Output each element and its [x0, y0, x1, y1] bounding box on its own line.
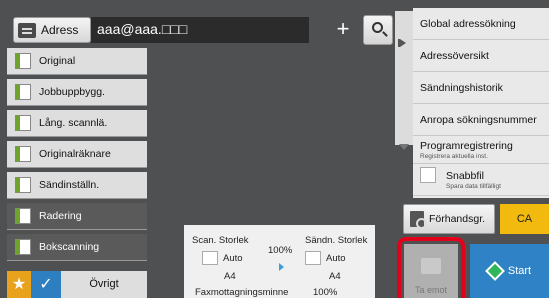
ratio-value: 100%	[268, 245, 293, 256]
scan-paper-icon	[202, 251, 218, 265]
long-scan-icon	[15, 115, 31, 131]
action-program-registration[interactable]: Programregistrering Registrera aktuella …	[413, 136, 549, 164]
menu-item-job-build[interactable]: Jobbuppbygg.	[7, 79, 147, 106]
preview-label: Förhandsgr.	[429, 213, 486, 225]
check-button[interactable]: ✓	[31, 271, 61, 298]
send-paper-size: A4	[329, 271, 341, 282]
erase-icon	[15, 208, 31, 224]
book-scan-icon	[15, 239, 31, 255]
scan-auto-value: Auto	[223, 253, 243, 264]
action-send-history[interactable]: Sändningshistorik	[413, 72, 549, 104]
address-bar: Adress aaa@aaa.□□□ +	[7, 11, 393, 45]
address-book-button[interactable]: Adress	[13, 17, 91, 43]
collapse-arrow-icon	[400, 39, 406, 47]
clear-all-button[interactable]: CA	[500, 204, 549, 234]
start-icon	[484, 261, 505, 281]
action-address-overview[interactable]: Adressöversikt	[413, 40, 549, 72]
receive-button[interactable]: Ta emot	[404, 244, 458, 298]
start-label: Start	[507, 265, 532, 277]
start-button[interactable]: Start	[470, 244, 549, 298]
send-auto-value: Auto	[326, 253, 346, 264]
menu-item-long-scan[interactable]: Lång. scannlä.	[7, 110, 147, 137]
favorites-button[interactable]: ★	[7, 271, 31, 298]
settings-summary[interactable]: Scan. Storlek Sändn. Storlek Auto 100% A…	[184, 225, 375, 298]
menu-item-send-settings[interactable]: Sändinställn.	[7, 172, 147, 199]
original-counter-icon	[15, 146, 31, 162]
menu-item-book-scan[interactable]: Bokscanning	[7, 234, 147, 261]
address-input[interactable]: aaa@aaa.□□□	[91, 17, 309, 43]
menu-item-original-counter[interactable]: Originalräknare	[7, 141, 147, 168]
scan-paper-size: A4	[224, 271, 236, 282]
menu-item-erase[interactable]: Radering	[7, 203, 147, 230]
preview-icon	[410, 211, 427, 229]
quick-file-checkbox[interactable]	[420, 167, 436, 183]
bottom-menu-row: ★ ✓ Övrigt	[7, 271, 147, 298]
send-settings-icon	[15, 177, 31, 193]
panel-collapse-tab[interactable]	[395, 11, 413, 145]
search-icon	[372, 22, 383, 33]
scroll-down-icon[interactable]	[397, 140, 411, 154]
address-book-icon	[18, 22, 36, 38]
menu-item-original[interactable]: Original	[7, 48, 147, 75]
send-paper-icon	[305, 251, 321, 265]
action-global-address-search[interactable]: Global adressökning	[413, 8, 549, 40]
original-icon	[15, 53, 31, 69]
other-button[interactable]: Övrigt	[61, 271, 147, 298]
send-size-label: Sändn. Storlek	[305, 235, 368, 246]
arrow-right-icon	[279, 263, 284, 271]
job-build-icon	[15, 84, 31, 100]
scan-size-label: Scan. Storlek	[192, 235, 249, 246]
receive-label: Ta emot	[414, 285, 447, 295]
search-button[interactable]	[363, 15, 393, 45]
fax-memory-label: Faxmottagningsminne	[195, 287, 289, 298]
address-book-label: Adress	[41, 23, 79, 37]
fax-receive-icon	[421, 258, 441, 274]
preview-button[interactable]: Förhandsgr.	[403, 204, 495, 234]
action-call-search-number[interactable]: Anropa sökningsnummer	[413, 104, 549, 136]
fax-memory-value: 100%	[313, 287, 338, 298]
add-address-button[interactable]: +	[327, 17, 359, 43]
